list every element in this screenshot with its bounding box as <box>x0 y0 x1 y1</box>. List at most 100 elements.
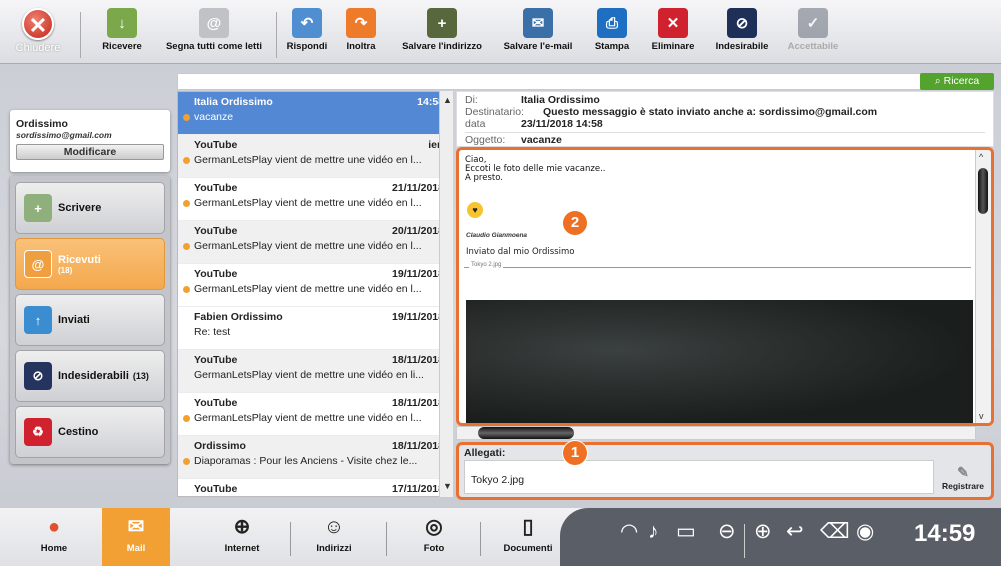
list-scrollbar[interactable]: ▲ ▼ <box>439 91 453 497</box>
compose-icon: + <box>24 194 52 222</box>
inline-attachment-name: Tokyo 2.jpg <box>469 262 504 268</box>
save-pencil-icon: ✎ <box>957 464 969 480</box>
account-email: sordissimo@gmail.com <box>16 130 112 140</box>
message-body[interactable]: Ciao, Eccoti le foto delle mie vacanze..… <box>456 147 994 426</box>
folder-spam[interactable]: ⊘ Indesiderabili (13) <box>15 350 165 402</box>
folder-sent[interactable]: ↑ Inviati <box>15 294 165 346</box>
plus-icon[interactable]: ⊕ <box>754 520 772 544</box>
message-item[interactable]: YouTube 18/11/2018 GermanLetsPlay vient de… <box>178 393 452 436</box>
save-attachment-button[interactable]: ✎ Registrare <box>937 460 989 494</box>
dock-home[interactable]: ● Home <box>20 514 88 564</box>
dock-separator <box>386 522 387 556</box>
attachments-panel: Allegati: Tokyo 2.jpg ✎ Registrare <box>456 442 994 500</box>
dock-photos[interactable]: ◎ Foto <box>400 514 468 564</box>
scroll-up-icon: ▲ <box>443 95 452 105</box>
dock-internet[interactable]: ⊕ Internet <box>208 514 276 564</box>
message-item[interactable]: Italia Ordissimo 14:58 vacanze <box>178 92 452 135</box>
close-icon: ✕ <box>22 8 54 40</box>
body-vertical-scrollbar[interactable]: ^ v <box>975 150 991 423</box>
search-button[interactable]: ⌕ Ricerca <box>920 73 994 90</box>
message-subject: vacanze <box>521 134 562 146</box>
globe-icon: ⊕ <box>233 516 251 538</box>
callout-badge-2: 2 <box>563 211 587 235</box>
signature: Claudio Gianmoena <box>466 232 528 239</box>
message-list: Italia Ordissimo 14:58 vacanze YouTube ieri… <box>177 91 453 497</box>
recipient: Questo messaggio è stato inviato anche a… <box>543 106 878 118</box>
mark-all-read-button[interactable]: @ Segna tutti come letti <box>160 8 268 60</box>
attachment-file[interactable]: Tokyo 2.jpg <box>464 460 934 494</box>
toolbar-separator <box>276 12 277 58</box>
spam-folder-icon: ⊘ <box>24 362 52 390</box>
message-date: 23/11/2018 14:58 <box>521 118 603 130</box>
wifi-icon[interactable]: ◠ <box>620 520 638 544</box>
message-item[interactable]: YouTube 18/11/2018 GermanLetsPlay vient de… <box>178 350 452 393</box>
search-icon: ⌕ <box>934 75 941 87</box>
unread-dot <box>183 243 190 250</box>
folder-compose[interactable]: + Scrivere <box>15 182 165 234</box>
forward-icon: ↷ <box>346 8 376 38</box>
message-item[interactable]: Fabien Ordissimo 19/11/2018 Re: test <box>178 307 452 350</box>
unread-dot <box>183 286 190 293</box>
scroll-down-icon: ▼ <box>443 481 452 491</box>
camera-icon: ◎ <box>425 516 443 538</box>
message-item[interactable]: YouTube ieri GermanLetsPlay vient de mettr… <box>178 135 452 178</box>
back-icon[interactable]: ↩ <box>786 520 804 544</box>
dock-separator <box>290 522 291 556</box>
mark-read-icon: @ <box>199 8 229 38</box>
folder-inbox[interactable]: @ Ricevuti (18) <box>15 238 165 290</box>
message-item[interactable]: YouTube 17/11/2018 <box>178 479 452 496</box>
attachment-divider <box>464 267 971 268</box>
spam-count: (13) <box>132 371 149 381</box>
unread-dot <box>183 114 190 121</box>
reply-button[interactable]: ↶ Rispondi <box>282 8 332 60</box>
spam-bin-icon: ⊘ <box>727 8 757 38</box>
printer-icon: ⎙ <box>597 8 627 38</box>
battery-icon[interactable]: ▭ <box>676 520 696 544</box>
message-item[interactable]: YouTube 19/11/2018 GermanLetsPlay vient de… <box>178 264 452 307</box>
dock-mail[interactable]: ✉ Mail <box>102 508 170 566</box>
message-item[interactable]: Ordissimo 18/11/2018 Diaporamas : Pour les… <box>178 436 452 479</box>
trash-icon: ✕ <box>658 8 688 38</box>
dock-documents[interactable]: ▯ Documenti <box>494 514 562 564</box>
documents-icon: ▯ <box>522 516 534 538</box>
hscroll-thumb[interactable] <box>478 427 574 439</box>
message-item[interactable]: YouTube 20/11/2018 GermanLetsPlay vient de… <box>178 221 452 264</box>
forward-button[interactable]: ↷ Inoltra <box>340 8 382 60</box>
print-button[interactable]: ⎙ Stampa <box>590 8 634 60</box>
status-separator <box>744 524 745 558</box>
save-email-button[interactable]: ✉ Salvare l'e-mail <box>496 8 580 60</box>
search-input[interactable] <box>177 73 994 90</box>
not-spam-button[interactable]: ✓ Accettabile <box>782 8 844 60</box>
help-lifebuoy-icon[interactable]: ◉ <box>856 520 874 544</box>
dock-separator <box>480 522 481 556</box>
delete-button[interactable]: ✕ Eliminare <box>646 8 700 60</box>
home-icon: ● <box>47 516 61 538</box>
modify-account-button[interactable]: Modificare <box>16 144 164 160</box>
chevron-up-icon: ^ <box>979 152 984 162</box>
folder-trash[interactable]: ♻ Cestino <box>15 406 165 458</box>
trash-bin-icon[interactable]: ⌫ <box>820 520 850 544</box>
callout-badge-1: 1 <box>563 441 587 465</box>
unread-dot <box>183 415 190 422</box>
message-item[interactable]: YouTube 21/11/2018 GermanLetsPlay vient de… <box>178 178 452 221</box>
smiley-emoji-icon: ♥ <box>467 202 483 218</box>
unread-dot <box>183 200 190 207</box>
save-address-button[interactable]: + Salvare l'indirizzo <box>396 8 488 60</box>
sent-from-text: Inviato dal mio Ordissimo <box>466 247 575 257</box>
close-button[interactable]: ✕ Chiudere <box>8 4 68 62</box>
receive-button[interactable]: ↓ Ricevere <box>96 8 148 60</box>
volume-icon[interactable]: ♪ <box>648 520 659 544</box>
chevron-down-icon: v <box>979 411 984 421</box>
spam-button[interactable]: ⊘ Indesirabile <box>710 8 774 60</box>
attached-photo <box>466 300 973 423</box>
trash-folder-icon: ♻ <box>24 418 52 446</box>
minus-icon[interactable]: ⊖ <box>718 520 736 544</box>
address-book-icon: + <box>427 8 457 38</box>
sender: Italia Ordissimo <box>521 94 600 106</box>
sent-icon: ↑ <box>24 306 52 334</box>
scroll-thumb[interactable] <box>978 168 988 214</box>
not-spam-icon: ✓ <box>798 8 828 38</box>
folder-list: + Scrivere @ Ricevuti (18) ↑ Inviati ⊘ In… <box>10 176 170 464</box>
account-name: Ordissimo <box>16 118 68 130</box>
dock-contacts[interactable]: ☺ Indirizzi <box>300 514 368 564</box>
